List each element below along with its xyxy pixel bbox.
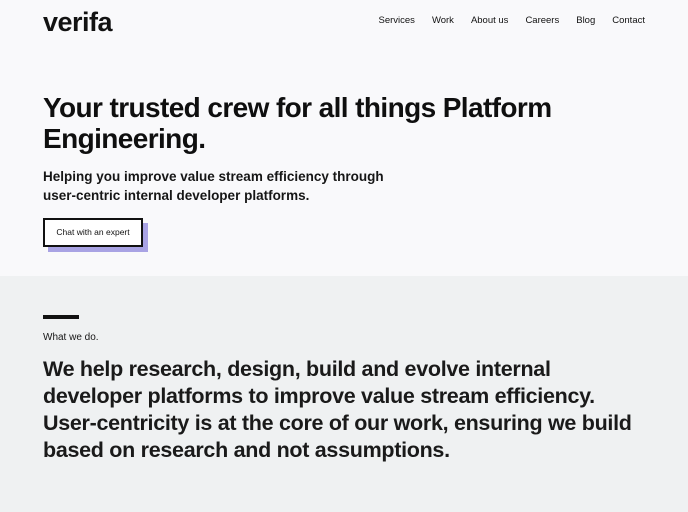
nav-item-contact[interactable]: Contact: [612, 15, 645, 27]
nav-item-services[interactable]: Services: [379, 15, 415, 27]
nav-menu: Services Work About us Careers Blog Cont…: [379, 15, 646, 27]
cta-wrapper: Chat with an expert: [43, 218, 148, 252]
hero-section: verifa Services Work About us Careers Bl…: [0, 0, 688, 276]
page: verifa Services Work About us Careers Bl…: [0, 0, 688, 512]
nav-item-blog[interactable]: Blog: [576, 15, 595, 27]
nav-item-careers[interactable]: Careers: [525, 15, 559, 27]
section-divider: [43, 315, 79, 319]
hero-title: Your trusted crew for all things Platfor…: [43, 92, 552, 154]
nav-item-about-us[interactable]: About us: [471, 15, 509, 27]
verifa-logo[interactable]: verifa: [43, 8, 113, 36]
mission-statement: We help research, design, build and evol…: [43, 357, 632, 462]
top-nav: verifa Services Work About us Careers Bl…: [0, 0, 688, 44]
nav-item-work[interactable]: Work: [432, 15, 454, 27]
section-kicker: What we do.: [43, 332, 99, 343]
chat-with-expert-button[interactable]: Chat with an expert: [43, 218, 143, 247]
what-we-do-section: What we do. We help research, design, bu…: [0, 276, 688, 512]
hero-subtitle: Helping you improve value stream efficie…: [43, 169, 384, 203]
